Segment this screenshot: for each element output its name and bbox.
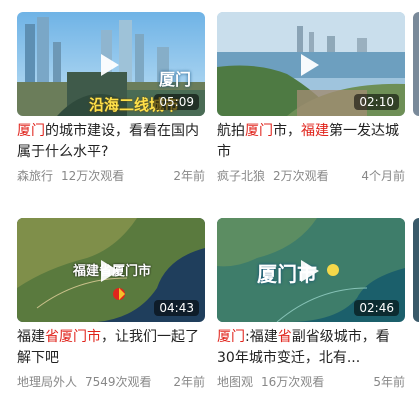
video-duration: 05:09 <box>154 94 199 110</box>
video-author[interactable]: 地图观 <box>217 375 253 389</box>
video-meta: 疯子北狼 2万次观看 4个月前 <box>217 167 405 184</box>
play-icon <box>301 260 319 282</box>
overlay-title: 厦门 <box>158 70 191 89</box>
video-meta: 地图观 16万次观看 5年前 <box>217 373 405 390</box>
upload-time: 2年前 <box>173 375 205 389</box>
play-icon <box>101 260 119 282</box>
partial-video-thumbnail[interactable] <box>413 12 419 116</box>
play-icon <box>301 54 319 76</box>
upload-time: 2年前 <box>173 169 205 183</box>
upload-time: 4个月前 <box>361 169 405 183</box>
upload-time: 5年前 <box>373 375 405 389</box>
video-title[interactable]: 航拍厦门市，福建第一发达城市 <box>217 121 405 163</box>
view-count: 7549次观看 <box>85 375 152 389</box>
video-duration: 02:46 <box>354 300 399 316</box>
video-author[interactable]: 疯子北狼 <box>217 169 265 183</box>
video-thumbnail[interactable]: 福建省厦门市 04:43 <box>17 218 205 322</box>
video-duration: 02:10 <box>354 94 399 110</box>
view-count: 16万次观看 <box>261 375 325 389</box>
video-thumbnail[interactable]: 02:10 <box>217 12 405 116</box>
play-icon <box>101 54 119 76</box>
view-count: 12万次观看 <box>61 169 125 183</box>
video-author[interactable]: 地理局外人 <box>17 375 77 389</box>
video-meta: 地理局外人 7549次观看 2年前 <box>17 373 205 390</box>
video-title[interactable]: 福建省厦门市，让我们一起了解下吧 <box>17 327 205 369</box>
video-thumbnail[interactable]: 厦门市 02:46 <box>217 218 405 322</box>
video-title[interactable]: 厦门的城市建设，看看在国内属于什么水平? <box>17 121 205 163</box>
partial-video-thumbnail[interactable] <box>413 218 419 322</box>
video-title[interactable]: 厦门:福建省副省级城市，看30年城市变迁，北有... <box>217 327 405 369</box>
video-duration: 04:43 <box>154 300 199 316</box>
video-meta: 森旅行 12万次观看 2年前 <box>17 167 205 184</box>
video-thumbnail[interactable]: 厦门 沿海二线城市 05:09 <box>17 12 205 116</box>
video-author[interactable]: 森旅行 <box>17 169 53 183</box>
view-count: 2万次观看 <box>273 169 329 183</box>
